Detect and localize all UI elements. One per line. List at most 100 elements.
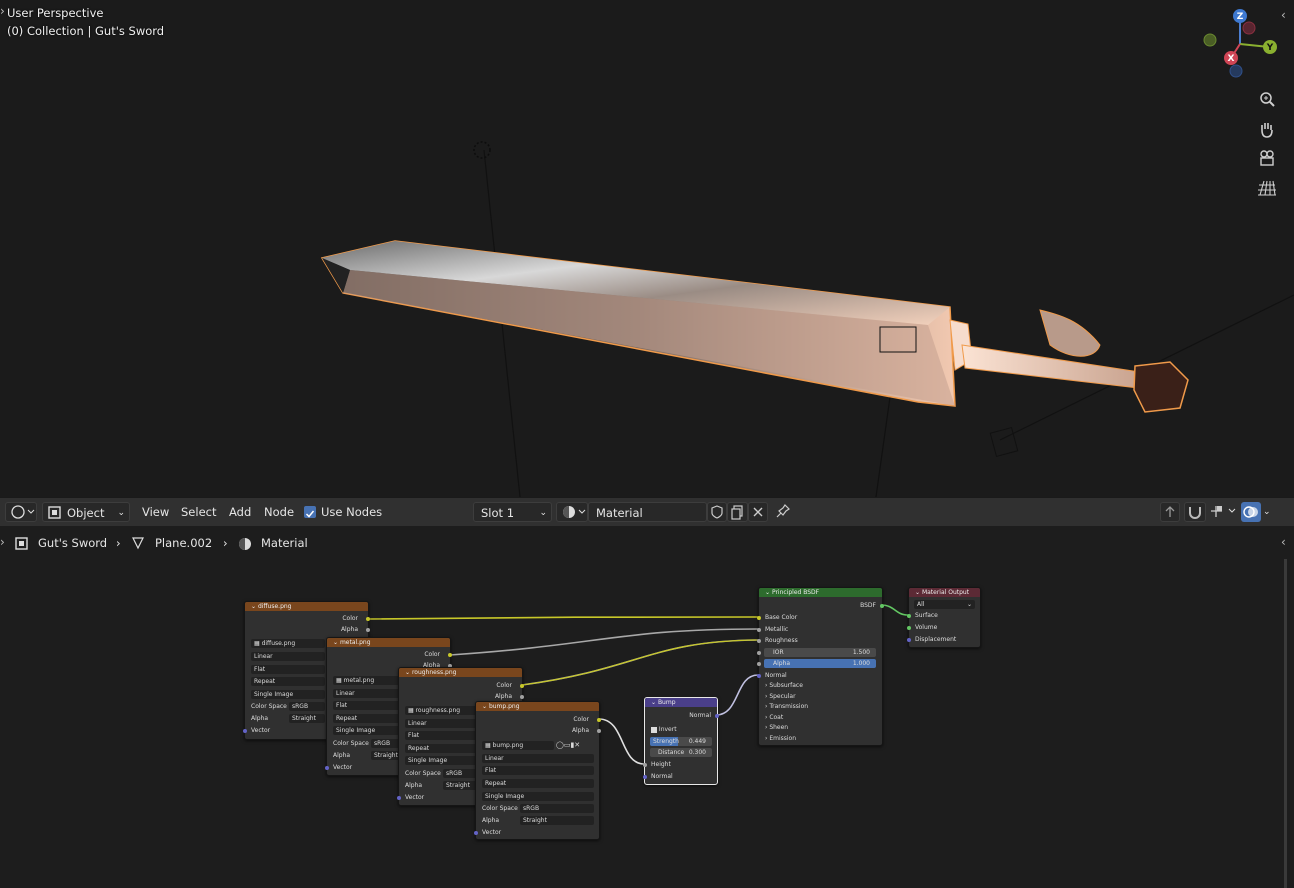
node-bump[interactable]: ⌄ Bump Normal Invert Strength 0.449 Dist… [643,697,719,785]
source-dropdown[interactable]: Single Image [482,792,594,801]
unlink-material-button[interactable] [748,502,768,522]
panel-specular[interactable]: › Specular [765,692,796,701]
duplicate-material-button[interactable] [727,502,748,522]
menu-add[interactable]: Add [229,502,251,522]
alpha-dropdown[interactable]: Straight [443,781,479,790]
projection-dropdown[interactable]: Flat [333,701,407,710]
socket-volume[interactable] [907,626,911,630]
color-space-dropdown[interactable]: sRGB [520,804,594,813]
extension-dropdown[interactable]: Repeat [333,714,407,723]
slot-dropdown[interactable]: Slot 1 ⌄ [473,502,552,522]
socket-height[interactable] [643,763,647,767]
socket-base-color[interactable] [757,616,761,620]
node-header[interactable]: ⌄ Bump [645,698,717,707]
socket-vector[interactable] [397,796,401,800]
snap-target-dropdown[interactable] [1208,502,1238,522]
overlays-toggle[interactable] [1241,502,1261,522]
image-field[interactable]: ▦ roughness.png [405,706,479,715]
node-principled-bsdf[interactable]: ⌄ Principled BSDF BSDF Base Color Metall… [757,587,884,746]
pin-button[interactable] [774,502,792,522]
socket-alpha[interactable] [366,628,370,632]
socket-vector[interactable] [325,766,329,770]
socket-surface[interactable] [907,614,911,618]
socket-roughness[interactable] [757,639,761,643]
projection-dropdown[interactable]: Flat [251,665,325,674]
image-tools-icons[interactable]: ◯▭▮✕ [556,741,580,749]
distance-field[interactable]: Distance 0.300 [650,748,712,757]
target-dropdown[interactable]: All ⌄ [914,600,975,609]
socket-color[interactable] [597,718,601,722]
source-dropdown[interactable]: Single Image [333,726,407,735]
color-space-dropdown[interactable]: sRGB [443,769,479,778]
socket-color[interactable] [520,684,524,688]
panel-coat[interactable]: › Coat [765,713,783,722]
extension-dropdown[interactable]: Repeat [405,744,479,753]
fake-user-button[interactable] [707,502,727,522]
socket-alpha[interactable] [597,729,601,733]
node-header[interactable]: ⌄ Principled BSDF [759,588,882,597]
invert-checkbox[interactable]: Invert [651,725,677,734]
socket-normal-in[interactable] [643,775,647,779]
socket-vector[interactable] [474,831,478,835]
ior-field[interactable]: IOR 1.500 [764,648,876,657]
node-material-output[interactable]: ⌄ Material Output All ⌄ Surface Volume Di… [907,587,981,648]
image-field[interactable]: ▦ diffuse.png [251,639,325,648]
socket-vector[interactable] [243,729,247,733]
material-name-field[interactable]: Material [588,502,707,522]
interpolation-dropdown[interactable]: Linear [333,689,407,698]
panel-subsurface[interactable]: › Subsurface [765,681,803,690]
snapping-toggle[interactable] [1184,502,1206,522]
navigation-gizmo[interactable]: Z Y X [1196,6,1286,86]
node-header[interactable]: ⌄ diffuse.png [245,602,368,611]
source-dropdown[interactable]: Single Image [405,756,479,765]
socket-normal-out[interactable] [715,714,719,718]
editor-type-dropdown[interactable] [5,502,37,522]
overlays-dropdown[interactable]: ⌄ [1263,502,1277,522]
panel-transmission[interactable]: › Transmission [765,702,808,711]
socket-alpha[interactable] [757,662,761,666]
alpha-dropdown[interactable]: Straight [520,816,594,825]
node-header[interactable]: ⌄ bump.png [476,702,599,711]
checkbox-icon[interactable] [304,506,316,518]
extension-dropdown[interactable]: Repeat [251,677,325,686]
source-dropdown[interactable]: Single Image [251,690,325,699]
image-field[interactable]: ▦ bump.png [482,741,554,750]
image-field[interactable]: ▦ metal.png [333,676,407,685]
menu-select[interactable]: Select [181,502,216,522]
3d-viewport[interactable]: User Perspective (0) Collection | Gut's … [0,0,1294,497]
interpolation-dropdown[interactable]: Linear [482,754,594,763]
alpha-slider[interactable]: Alpha 1.000 [764,659,876,668]
node-bump-texture[interactable]: ⌄ bump.png Color Alpha ▦ bump.png ◯▭▮✕ L… [474,701,601,840]
zoom-icon[interactable] [1256,88,1278,110]
socket-displacement[interactable] [907,638,911,642]
projection-dropdown[interactable]: Flat [405,731,479,740]
socket-color[interactable] [366,617,370,621]
projection-dropdown[interactable]: Flat [482,766,594,775]
alpha-dropdown[interactable]: Straight [289,714,325,723]
node-header[interactable]: ⌄ Material Output [909,588,980,597]
collapse-sidebar-icon[interactable]: ‹ [1281,535,1286,549]
color-space-dropdown[interactable]: sRGB [289,702,325,711]
socket-normal[interactable] [757,674,761,678]
node-header[interactable]: ⌄ roughness.png [399,668,522,677]
mode-dropdown[interactable]: Object ⌄ [42,502,130,522]
material-browse-button[interactable] [556,502,588,522]
socket-metallic[interactable] [757,628,761,632]
camera-icon[interactable] [1256,147,1278,169]
node-header[interactable]: ⌄ metal.png [327,638,450,647]
menu-view[interactable]: View [142,502,169,522]
scrollbar[interactable] [1284,559,1287,888]
extension-dropdown[interactable]: Repeat [482,779,594,788]
panel-emission[interactable]: › Emission [765,734,796,743]
socket-bsdf[interactable] [880,604,884,608]
socket-ior[interactable] [757,651,761,655]
strength-slider[interactable]: Strength 0.449 [650,737,712,746]
expand-left-icon[interactable]: › [0,4,5,18]
panel-sheen[interactable]: › Sheen [765,723,788,732]
socket-alpha[interactable] [520,695,524,699]
socket-color[interactable] [448,653,452,657]
pan-hand-icon[interactable] [1256,118,1278,140]
interpolation-dropdown[interactable]: Linear [405,719,479,728]
menu-node[interactable]: Node [264,502,294,522]
expand-left-icon[interactable]: › [0,535,5,549]
